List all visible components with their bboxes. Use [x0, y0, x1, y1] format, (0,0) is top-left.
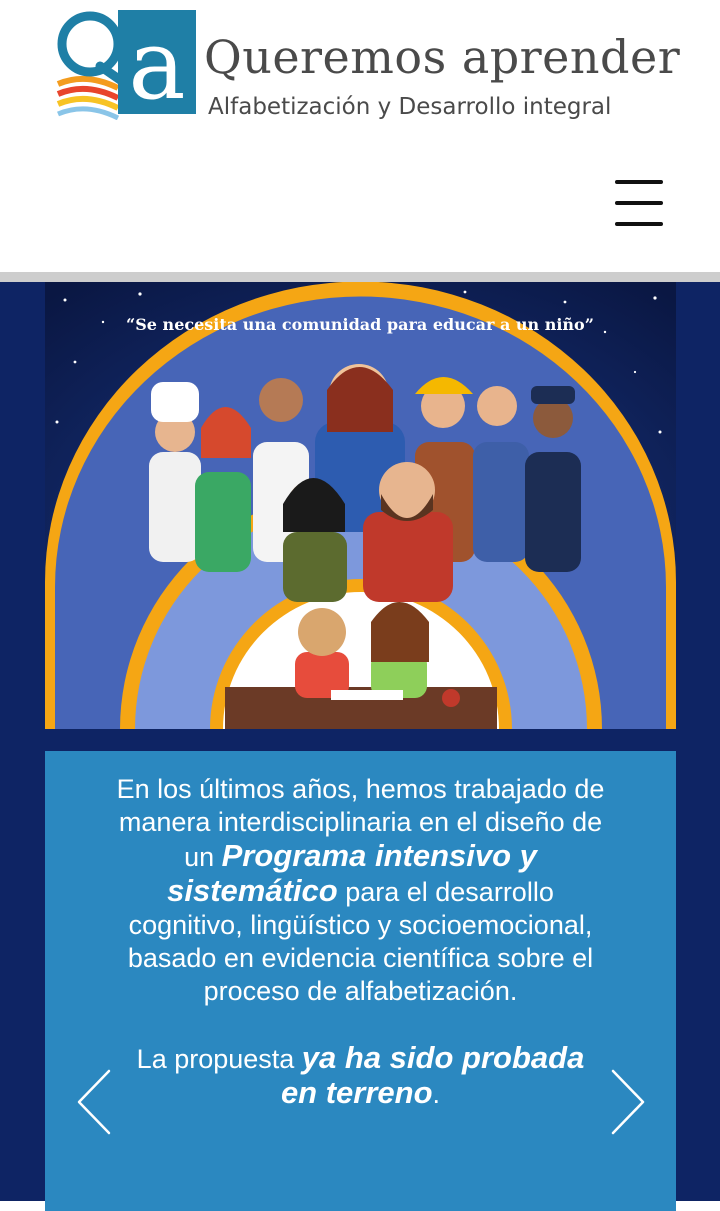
- header-divider: [0, 272, 720, 282]
- menu-bar: [615, 222, 663, 226]
- menu-bar: [615, 201, 663, 205]
- menu-bar: [615, 180, 663, 184]
- main-content: “Se necesita una comunidad para educar a…: [0, 282, 720, 1211]
- intro-text: En los últimos años, hemos trabajado de …: [115, 773, 606, 1111]
- brand-name: Queremos aprender: [204, 30, 681, 84]
- intro-paragraph: En los últimos años, hemos trabajado de …: [115, 773, 606, 1008]
- proposal-text-part: .: [432, 1079, 441, 1109]
- proposal-text-part: La propuesta: [136, 1044, 302, 1074]
- chevron-right-icon: [611, 1069, 645, 1135]
- logo-mark: a: [56, 9, 196, 120]
- intro-card: En los últimos años, hemos trabajado de …: [45, 751, 676, 1211]
- hero-illustration: “Se necesita una comunidad para educar a…: [45, 282, 676, 729]
- chevron-left-icon: [77, 1069, 111, 1135]
- slider-prev-button[interactable]: [75, 1067, 115, 1137]
- hero-quote: “Se necesita una comunidad para educar a…: [126, 315, 594, 334]
- slider-next-button[interactable]: [607, 1067, 647, 1137]
- site-logo[interactable]: a Queremos aprender Alfabetización y Des…: [56, 8, 680, 128]
- brand-tagline: Alfabetización y Desarrollo integral: [208, 94, 612, 120]
- svg-text:a: a: [128, 9, 185, 120]
- site-header: a Queremos aprender Alfabetización y Des…: [0, 0, 720, 272]
- hamburger-menu-icon[interactable]: [612, 178, 666, 228]
- proposal-paragraph: La propuesta ya ha sido probada en terre…: [115, 1041, 606, 1111]
